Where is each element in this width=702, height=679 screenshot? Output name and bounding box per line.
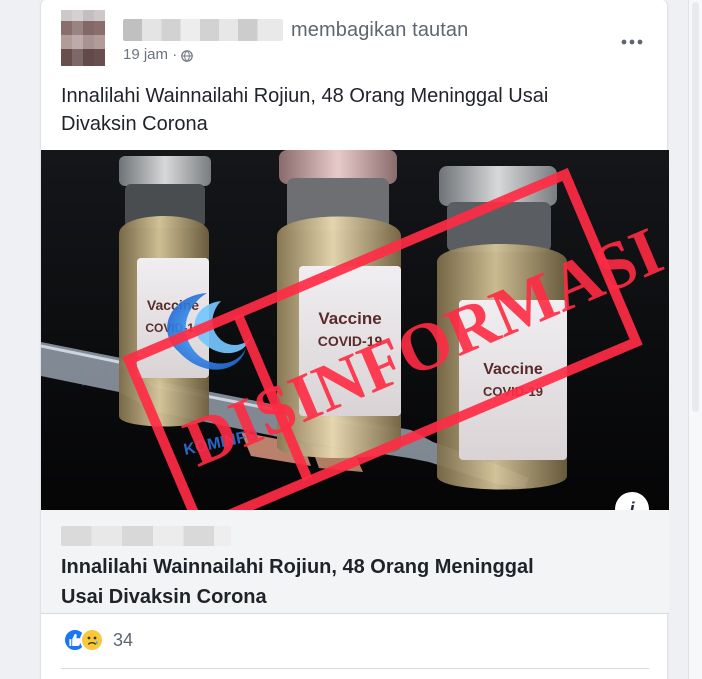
more-options-button[interactable] — [615, 28, 649, 56]
divider — [61, 668, 649, 669]
link-preview[interactable]: Innalilahi Wainnailahi Rojiun, 48 Orang … — [41, 510, 669, 614]
post-timestamp[interactable]: 19 jam · — [123, 46, 177, 63]
vial-label-vaccine-right: Vaccine — [483, 361, 543, 378]
post-meta: 19 jam · — [123, 46, 193, 63]
sad-reaction-icon — [80, 628, 104, 652]
facebook-post-screenshot: membagikan tautan 19 jam · Innalilahi Wa… — [0, 0, 702, 679]
post-header: membagikan tautan — [123, 18, 468, 42]
scrollbar-thumb[interactable] — [692, 2, 699, 412]
post-text: Innalilahi Wainnailahi Rojiun, 48 Orang … — [61, 85, 549, 135]
post-card: membagikan tautan 19 jam · Innalilahi Wa… — [40, 0, 669, 679]
redacted-user-name — [123, 19, 283, 41]
avatar[interactable] — [61, 10, 105, 66]
more-horizontal-icon — [621, 39, 643, 45]
preview-title-line-2: Usai Divaksin Corona — [61, 586, 267, 608]
reaction-icons — [63, 628, 105, 652]
post-image[interactable]: Vaccine COVID-19 Vaccine COVID-19 — [41, 150, 669, 510]
redacted-domain — [61, 526, 231, 546]
globe-icon — [181, 49, 193, 62]
vial-label-vaccine-center: Vaccine — [318, 309, 381, 328]
shared-link-text: membagikan tautan — [291, 18, 469, 41]
vertical-scrollbar[interactable] — [688, 0, 702, 679]
preview-title-line-1: Innalilahi Wainnailahi Rojiun, 48 Orang … — [61, 556, 534, 578]
reaction-summary[interactable]: 34 — [63, 628, 133, 652]
preview-title[interactable]: Innalilahi Wainnailahi Rojiun, 48 Orang … — [61, 552, 621, 612]
reaction-count: 34 — [113, 629, 134, 650]
vaccine-vial-left: Vaccine COVID-19 — [119, 156, 211, 427]
vaccine-vials-image: Vaccine COVID-19 Vaccine COVID-19 — [41, 150, 669, 510]
